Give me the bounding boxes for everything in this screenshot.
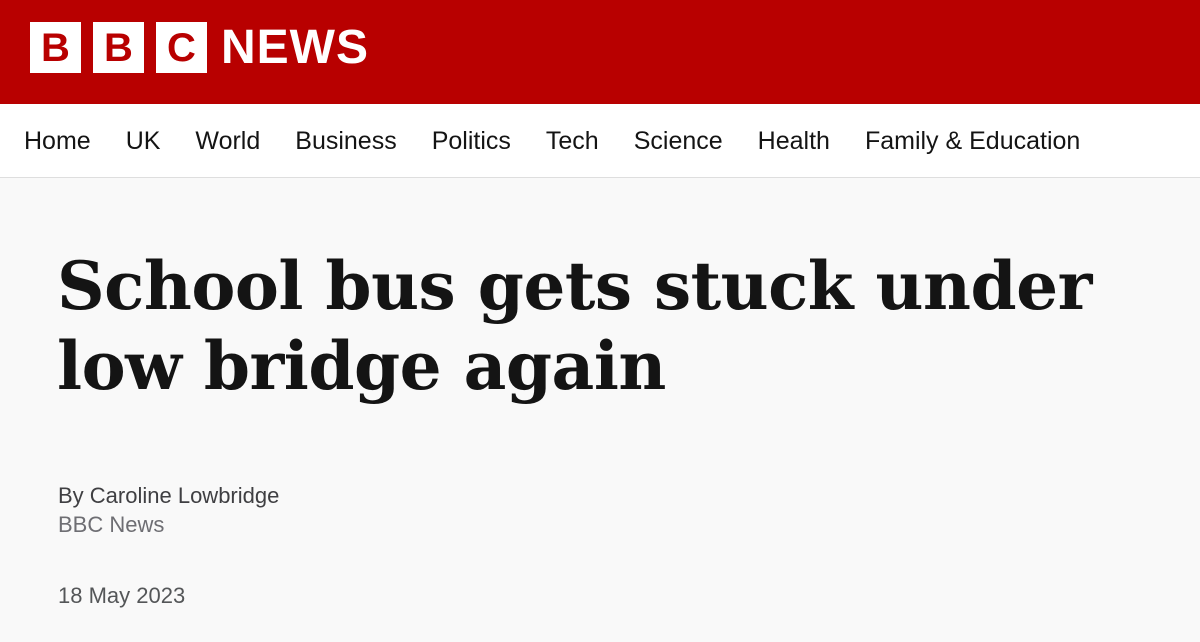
nav-item-business[interactable]: Business (295, 128, 396, 154)
byline: By Caroline Lowbridge BBC News (58, 482, 279, 540)
logo-news-text: NEWS (221, 20, 369, 74)
nav-item-family-education[interactable]: Family & Education (865, 128, 1080, 154)
nav-item-health[interactable]: Health (758, 128, 830, 154)
nav-list: Home UK World Business Politics Tech Sci… (0, 104, 1200, 178)
logo-letter-b1: B (30, 22, 81, 73)
logo-letter-c: C (156, 22, 207, 73)
main-navigation: Home UK World Business Politics Tech Sci… (0, 104, 1200, 178)
nav-item-politics[interactable]: Politics (432, 128, 511, 154)
publish-date: 18 May 2023 (58, 583, 186, 608)
nav-item-science[interactable]: Science (634, 128, 723, 154)
bbc-news-logo[interactable]: B B C NEWS (30, 22, 369, 73)
byline-author: By Caroline Lowbridge (58, 483, 280, 508)
byline-organisation: BBC News (58, 512, 165, 537)
logo-letter-b2: B (93, 22, 144, 73)
nav-item-uk[interactable]: UK (126, 128, 161, 154)
nav-item-home[interactable]: Home (24, 128, 91, 154)
nav-item-tech[interactable]: Tech (546, 128, 599, 154)
nav-item-world[interactable]: World (195, 128, 260, 154)
masthead: B B C NEWS (0, 0, 1200, 104)
article-headline: School bus gets stuck under low bridge a… (57, 247, 1092, 405)
